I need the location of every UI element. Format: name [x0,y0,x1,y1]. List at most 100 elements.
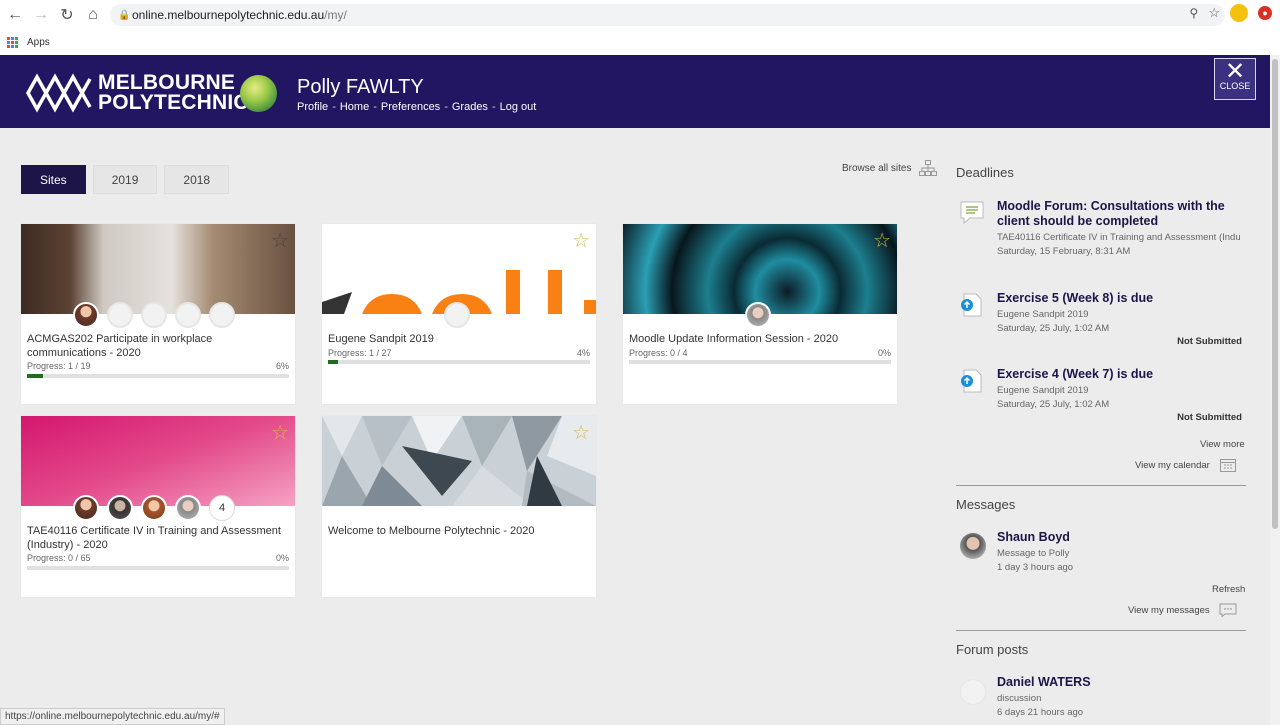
avatar[interactable] [175,495,201,521]
deadline-item[interactable]: Moodle Forum: Consultations with the cli… [958,199,1248,259]
calendar-icon[interactable] [1220,458,1236,472]
address-bar[interactable]: 🔒 online.melbournepolytechnic.edu.au/my/ [110,4,1225,26]
deadlines-heading: Deadlines [956,165,1014,180]
avatar[interactable] [444,302,470,328]
avatar[interactable] [73,302,99,328]
browse-all-label: Browse all sites [842,162,912,174]
forum-subtitle[interactable]: discussion [997,693,1041,704]
course-title[interactable]: Moodle Update Information Session - 2020 [629,332,889,346]
user-name: Polly FAWLTY [297,76,424,98]
sender-avatar[interactable] [960,533,986,559]
deadline-course[interactable]: Eugene Sandpit 2019 [997,385,1088,396]
view-more-link[interactable]: View more [1200,439,1245,450]
bookmarks-bar: Apps [0,30,1280,55]
message-sender[interactable]: Shaun Boyd [997,530,1237,545]
link-profile[interactable]: Profile [297,101,328,113]
progress-bar [629,360,891,364]
chat-icon[interactable] [1219,603,1237,617]
deadline-item[interactable]: Exercise 5 (Week 8) is due Eugene Sandpi… [958,291,1248,351]
deadline-title[interactable]: Exercise 5 (Week 8) is due [997,291,1237,306]
deadline-course[interactable]: Eugene Sandpit 2019 [997,309,1088,320]
course-card[interactable]: ☆ Eugene Sandpit 2019 Progress: 1 / 27 4… [322,224,596,404]
favourite-star-icon[interactable]: ☆ [873,228,891,253]
course-card[interactable]: ☆ Welcome to Melbourne Polytechnic - 202… [322,416,596,597]
forum-time: 6 days 21 hours ago [997,707,1084,718]
link-home[interactable]: Home [340,101,369,113]
course-title[interactable]: TAE40116 Certificate IV in Training and … [27,524,287,552]
progress-percent: 4% [576,348,590,358]
scrollbar-thumb[interactable] [1272,59,1278,529]
deadline-item[interactable]: Exercise 4 (Week 7) is due Eugene Sandpi… [958,367,1248,427]
avatar[interactable] [107,495,133,521]
avatar[interactable] [745,302,771,328]
deadline-title[interactable]: Moodle Forum: Consultations with the cli… [997,199,1237,229]
progress-bar [328,360,590,364]
avatar[interactable] [73,495,99,521]
tab-2018[interactable]: 2018 [164,165,230,194]
separator: - [491,101,496,113]
user-avatar[interactable] [240,75,277,112]
avatar[interactable] [107,302,133,328]
apps-bookmark[interactable]: Apps [27,37,50,48]
reload-icon[interactable]: ↻ [54,2,80,28]
back-icon[interactable]: ← [2,2,28,28]
close-button[interactable]: ✕ CLOSE [1214,58,1256,100]
avatar[interactable] [141,495,167,521]
apps-icon[interactable] [7,36,19,49]
browser-toolbar: ← → ↻ ⌂ 🔒 online.melbournepolytechnic.ed… [0,0,1280,30]
course-card[interactable]: ☆ ACMGAS202 Participate in workplace com… [21,224,295,404]
view-messages-link[interactable]: View my messages [1128,605,1210,616]
course-image: ☆ [322,416,596,506]
more-participants-count[interactable]: 4 [209,495,235,521]
tab-2019[interactable]: 2019 [92,165,158,194]
browse-all-sites-link[interactable]: Browse all sites [842,160,938,176]
tab-sites[interactable]: Sites [21,165,86,194]
favourite-star-icon[interactable]: ☆ [271,420,289,445]
course-title[interactable]: Eugene Sandpit 2019 [328,332,588,346]
home-icon[interactable]: ⌂ [80,2,106,28]
bookmark-star-icon[interactable]: ☆ [1208,5,1220,21]
avatar[interactable] [141,302,167,328]
progress-percent: 0% [275,553,289,563]
page-scrollbar[interactable] [1270,55,1280,725]
course-card[interactable]: ☆ 4 TAE40116 Certificate IV in Training … [21,416,295,597]
zoom-icon[interactable]: ⚲ [1190,6,1199,20]
separator: - [373,101,377,113]
site-logo[interactable]: MELBOURNE POLYTECHNIC [26,72,249,113]
progress-label: Progress: 1 / 27 [328,348,392,358]
status-url-tooltip: https://online.melbournepolytechnic.edu.… [0,708,225,725]
link-logout[interactable]: Log out [500,101,537,113]
progress-fill [27,374,43,378]
url-host: online.melbournepolytechnic.edu.au [132,8,325,22]
geometric-image [322,416,596,506]
deadline-course[interactable]: TAE40116 Certificate IV in Training and … [997,232,1241,243]
avatar[interactable] [209,302,235,328]
favourite-star-icon[interactable]: ☆ [572,420,590,445]
avatar[interactable] [175,302,201,328]
favourite-star-icon[interactable]: ☆ [271,228,289,253]
link-grades[interactable]: Grades [452,101,488,113]
participant-avatars [745,302,771,328]
deadline-status: Not Submitted [1177,336,1242,347]
separator: - [444,101,448,113]
logo-text: MELBOURNE POLYTECHNIC [98,72,249,113]
forum-author[interactable]: Daniel WATERS [997,675,1237,690]
favourite-star-icon[interactable]: ☆ [572,228,590,253]
extension-red-icon[interactable]: ● [1258,6,1272,20]
deadline-date: Saturday, 15 February, 8:31 AM [997,246,1131,257]
link-preferences[interactable]: Preferences [381,101,440,113]
course-card[interactable]: ☆ Moodle Update Information Session - 20… [623,224,897,404]
deadline-title[interactable]: Exercise 4 (Week 7) is due [997,367,1237,382]
extension-icon[interactable] [1230,4,1248,22]
view-calendar-link[interactable]: View my calendar [1135,460,1210,471]
course-title[interactable]: ACMGAS202 Participate in workplace commu… [27,332,287,360]
course-image: ☆ [623,224,897,314]
progress-percent: 0% [877,348,891,358]
logo-mark-icon [26,73,92,113]
course-image: ☆ [322,224,596,314]
section-divider [956,485,1246,486]
refresh-link[interactable]: Refresh [1212,584,1245,595]
author-avatar[interactable] [960,679,986,705]
course-title[interactable]: Welcome to Melbourne Polytechnic - 2020 [328,524,588,538]
forward-icon[interactable]: → [28,2,54,28]
